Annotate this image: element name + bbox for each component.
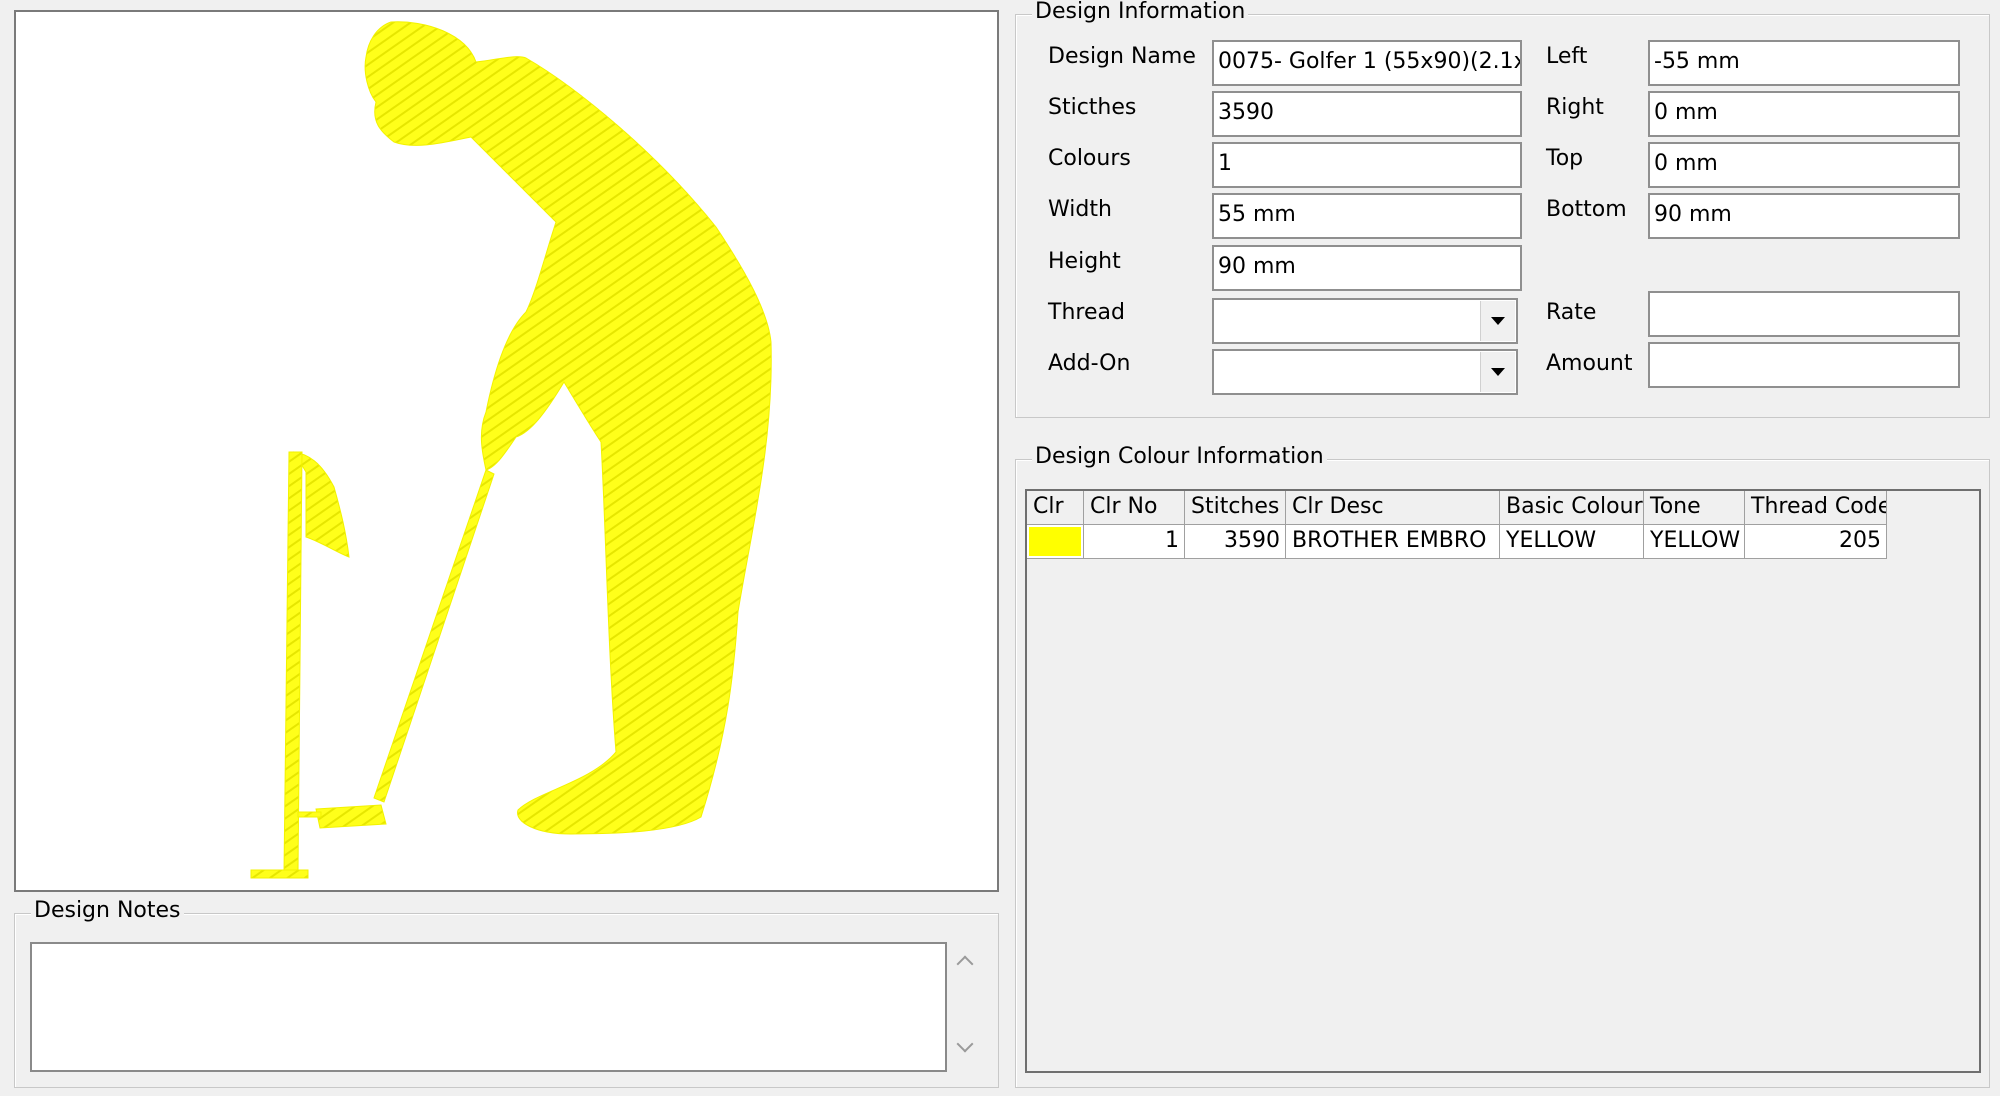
amount-label: Amount (1546, 351, 1633, 376)
stitches-field[interactable]: 3590 (1212, 91, 1522, 137)
column-header-thread-code[interactable]: Thread Code (1745, 491, 1887, 525)
width-field[interactable]: 55 mm (1212, 193, 1522, 239)
height-field[interactable]: 90 mm (1212, 245, 1522, 291)
tone-cell[interactable]: YELLOW (1644, 525, 1745, 559)
design-name-label: Design Name (1048, 44, 1196, 69)
design-information-title: Design Information (1032, 0, 1249, 24)
scroll-down-icon[interactable] (956, 1035, 974, 1053)
stitches-cell[interactable]: 3590 (1185, 525, 1286, 559)
column-header-clr-no[interactable]: Clr No (1084, 491, 1185, 525)
colours-label: Colours (1048, 146, 1131, 171)
rate-label: Rate (1546, 300, 1597, 325)
addon-label: Add-On (1048, 351, 1131, 376)
column-header-tone[interactable]: Tone (1644, 491, 1745, 525)
amount-field[interactable] (1648, 342, 1960, 388)
bottom-label: Bottom (1546, 197, 1627, 222)
width-label: Width (1048, 197, 1112, 222)
colour-table[interactable]: Clr Clr No Stitches Clr Desc Basic Colou… (1025, 489, 1981, 1073)
design-notes-scrollbar[interactable] (947, 942, 983, 1072)
thread-dropdown-button[interactable] (1480, 301, 1515, 341)
addon-dropdown[interactable] (1212, 349, 1518, 395)
chevron-down-icon (1491, 317, 1505, 325)
stitches-label: Sticthes (1048, 95, 1137, 120)
top-field[interactable]: 0 mm (1648, 142, 1960, 188)
design-name-field[interactable]: 0075- Golfer 1 (55x90)(2.1x3.5 (1212, 40, 1522, 86)
thread-label: Thread (1048, 300, 1125, 325)
scroll-up-icon[interactable] (956, 955, 974, 973)
design-preview (14, 10, 999, 892)
colours-field[interactable]: 1 (1212, 142, 1522, 188)
right-field[interactable]: 0 mm (1648, 91, 1960, 137)
left-label: Left (1546, 44, 1588, 69)
golfer-design-image (250, 21, 772, 879)
column-header-clr-desc[interactable]: Clr Desc (1286, 491, 1500, 525)
top-label: Top (1546, 146, 1584, 171)
design-notes-title: Design Notes (31, 898, 184, 923)
height-label: Height (1048, 249, 1121, 274)
column-header-basic-colour[interactable]: Basic Colour (1500, 491, 1644, 525)
clr-desc-cell[interactable]: BROTHER EMBRO (1286, 525, 1500, 559)
design-colour-information-title: Design Colour Information (1032, 444, 1327, 469)
thread-code-cell[interactable]: 205 (1745, 525, 1887, 559)
clr-swatch-cell[interactable] (1027, 525, 1084, 559)
clr-no-cell[interactable]: 1 (1084, 525, 1185, 559)
column-header-clr[interactable]: Clr (1027, 491, 1084, 525)
left-field[interactable]: -55 mm (1648, 40, 1960, 86)
colour-swatch (1029, 527, 1081, 556)
rate-field[interactable] (1648, 291, 1960, 337)
basic-colour-cell[interactable]: YELLOW (1500, 525, 1644, 559)
thread-dropdown[interactable] (1212, 298, 1518, 344)
right-label: Right (1546, 95, 1604, 120)
design-notes-textarea[interactable] (30, 942, 947, 1072)
column-header-stitches[interactable]: Stitches (1185, 491, 1286, 525)
chevron-down-icon (1491, 368, 1505, 376)
addon-dropdown-button[interactable] (1480, 352, 1515, 392)
bottom-field[interactable]: 90 mm (1648, 193, 1960, 239)
